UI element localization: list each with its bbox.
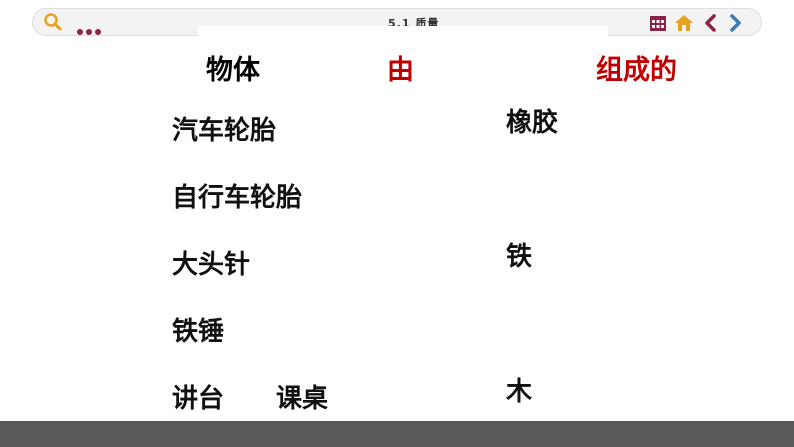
bottom-bar bbox=[0, 421, 794, 447]
object-podium: 讲台 bbox=[172, 384, 225, 414]
search-icon[interactable] bbox=[43, 12, 63, 32]
object-hammer: 铁锤 bbox=[172, 317, 225, 347]
dots-menu-icon[interactable] bbox=[77, 20, 104, 39]
next-arrow-icon[interactable] bbox=[725, 13, 745, 33]
object-car-tire: 汽车轮胎 bbox=[172, 116, 277, 146]
home-icon[interactable] bbox=[674, 13, 694, 33]
header-made-of: 组成的 bbox=[596, 55, 677, 86]
material-iron: 铁 bbox=[506, 242, 533, 272]
object-pin: 大头针 bbox=[172, 250, 251, 280]
decorative-strip bbox=[198, 26, 608, 40]
object-desk: 课桌 bbox=[276, 384, 329, 414]
header-object: 物体 bbox=[206, 55, 260, 86]
prev-arrow-icon[interactable] bbox=[701, 13, 721, 33]
object-bike-tire: 自行车轮胎 bbox=[172, 183, 303, 213]
calendar-icon[interactable] bbox=[648, 13, 668, 33]
header-by: 由 bbox=[387, 55, 414, 86]
material-rubber: 橡胶 bbox=[506, 108, 559, 138]
material-wood: 木 bbox=[506, 377, 533, 407]
